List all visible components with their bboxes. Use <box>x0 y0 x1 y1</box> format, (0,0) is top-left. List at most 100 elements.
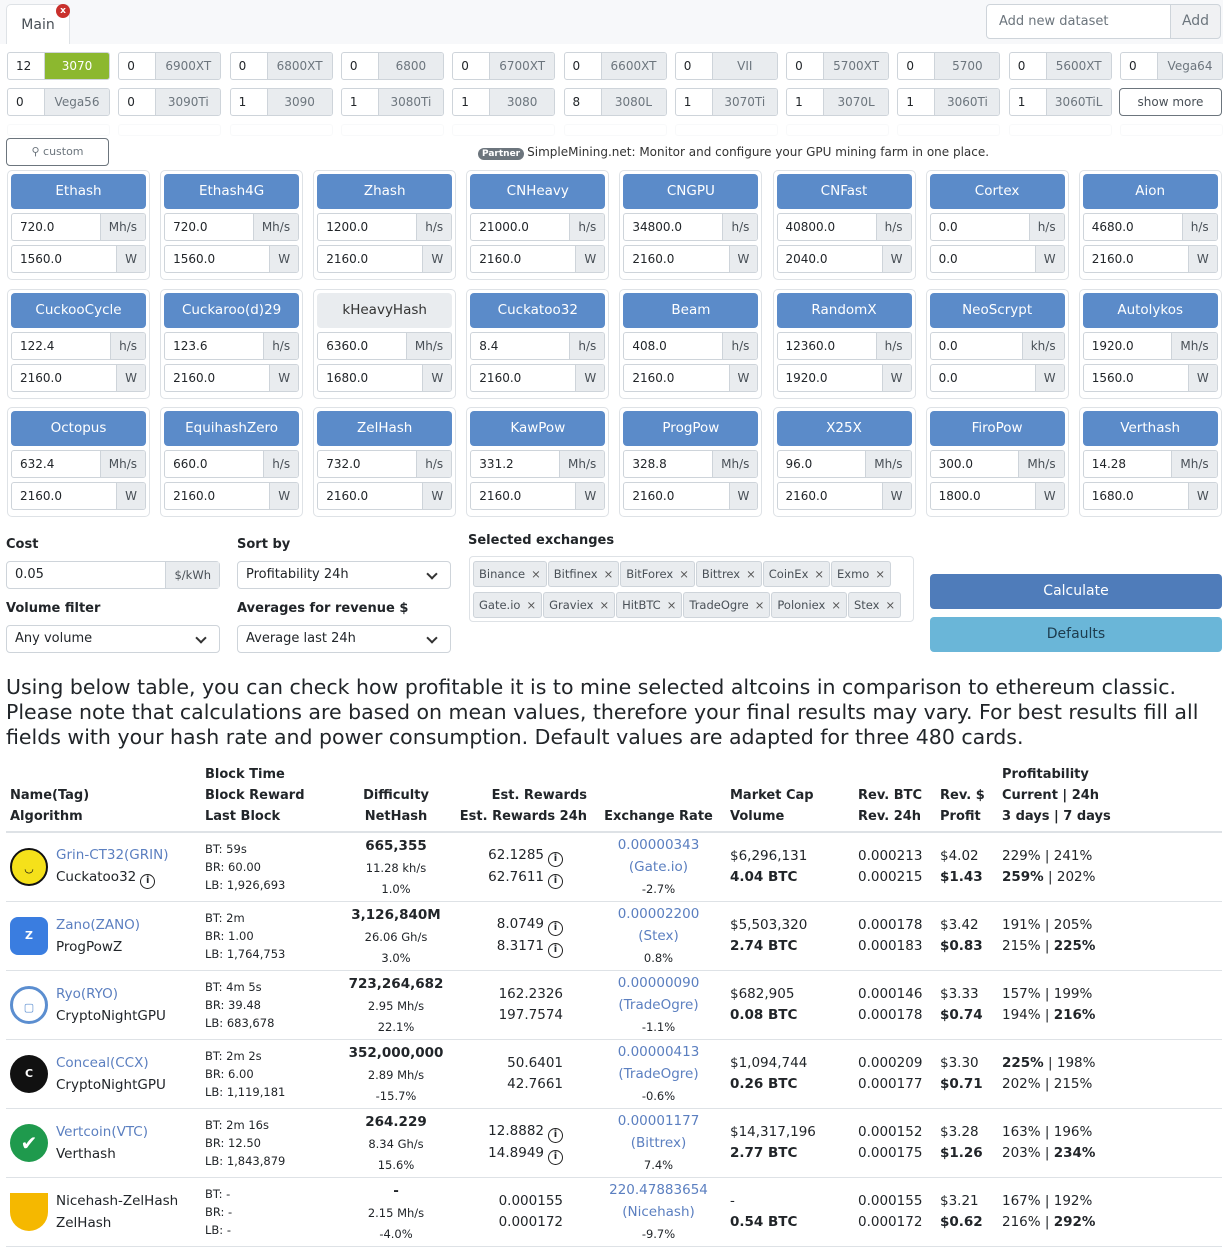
exchange-rate-link[interactable]: 220.47883654 <box>609 1182 708 1198</box>
info-icon[interactable]: i <box>548 920 563 936</box>
power-input[interactable]: 2160.0 W <box>317 245 453 273</box>
gpu-toggle[interactable]: 3070 <box>45 53 109 79</box>
algo-toggle[interactable]: FiroPow <box>929 411 1065 447</box>
volume-filter-select[interactable]: Any volume <box>6 625 220 653</box>
hashrate-value[interactable]: 21000.0 <box>471 214 569 240</box>
gpu-toggle[interactable]: 6800XT <box>267 53 332 79</box>
gpu-count-input[interactable]: 1 <box>342 89 379 115</box>
hashrate-value[interactable]: 408.0 <box>624 333 722 359</box>
power-input[interactable]: 2160.0 W <box>470 363 606 392</box>
power-input[interactable]: 1680.0 W <box>1082 482 1218 511</box>
coin-name-link[interactable]: Zano(ZANO) <box>56 917 140 933</box>
algo-toggle[interactable]: CNGPU <box>623 174 759 209</box>
hashrate-input[interactable]: 732.0 h/s <box>317 450 453 479</box>
power-value[interactable]: 1680.0 <box>318 365 422 391</box>
gpu-count-input[interactable]: 8 <box>565 89 602 115</box>
gpu-3080L[interactable]: 8 3080L <box>563 88 667 116</box>
power-value[interactable]: 2160.0 <box>12 483 116 509</box>
power-value[interactable]: 1800.0 <box>931 483 1035 509</box>
hashrate-input[interactable]: 40800.0 h/s <box>776 213 912 241</box>
hashrate-input[interactable]: 720.0 Mh/s <box>11 213 146 241</box>
hashrate-value[interactable]: 0.0 <box>931 333 1022 359</box>
gpu-toggle[interactable]: 3080Ti <box>378 89 443 115</box>
gpu-toggle[interactable]: 3060Ti <box>935 89 1000 115</box>
algo-toggle[interactable]: ZelHash <box>317 411 453 447</box>
power-input[interactable]: 1560.0 W <box>164 245 300 273</box>
power-input[interactable]: 0.0 W <box>929 245 1065 273</box>
algo-toggle[interactable]: Autolykos <box>1082 292 1218 328</box>
averages-select[interactable]: Average last 24h <box>237 625 451 653</box>
gpu-toggle[interactable]: 5700 <box>935 53 1000 79</box>
info-icon[interactable]: i <box>140 874 156 890</box>
hashrate-value[interactable]: 632.4 <box>12 451 100 477</box>
info-icon[interactable]: i <box>548 851 563 867</box>
remove-exchange-icon[interactable]: × <box>875 567 885 581</box>
hashrate-value[interactable]: 14.28 <box>1084 451 1172 477</box>
exchanges-multiselect[interactable]: Binance × Bitfinex × BitForex × Bittrex × CoinEx… <box>469 556 914 622</box>
gpu-count-input[interactable]: 0 <box>565 53 602 79</box>
cost-value[interactable]: 0.05 <box>7 562 165 588</box>
exchange-rate-link[interactable]: 0.00000413 <box>618 1044 700 1060</box>
gpu-5700[interactable]: 0 5700 <box>897 52 1001 80</box>
hashrate-value[interactable]: 720.0 <box>165 214 253 240</box>
hashrate-value[interactable]: 12360.0 <box>778 333 876 359</box>
algo-toggle[interactable]: X25X <box>776 411 912 447</box>
gpu-6800XT[interactable]: 0 6800XT <box>229 52 333 80</box>
power-value[interactable]: 2160.0 <box>471 483 575 509</box>
power-input[interactable]: 2160.0 W <box>317 482 453 511</box>
remove-exchange-icon[interactable]: × <box>831 598 841 612</box>
power-value[interactable]: 2160.0 <box>1084 246 1188 272</box>
algo-toggle[interactable]: EquihashZero <box>164 411 300 447</box>
gpu-count-input[interactable]: 1 <box>1010 89 1047 115</box>
exchange-name-link[interactable]: (Gate.io) <box>629 859 688 875</box>
gpu-count-input[interactable]: 0 <box>342 53 379 79</box>
algo-toggle[interactable]: CNHeavy <box>470 174 606 209</box>
remove-exchange-icon[interactable]: × <box>755 598 765 612</box>
power-value[interactable]: 2160.0 <box>165 483 269 509</box>
hashrate-value[interactable]: 34800.0 <box>624 214 722 240</box>
gpu-count-input[interactable]: 0 <box>119 89 157 115</box>
exchange-name-link[interactable]: (Bittrex) <box>631 1135 686 1151</box>
hashrate-value[interactable]: 720.0 <box>12 214 100 240</box>
column-header-block[interactable]: Block Time Block Reward Last Block <box>201 762 341 833</box>
gpu-toggle[interactable]: 6600XT <box>601 53 666 79</box>
power-input[interactable]: 2160.0 W <box>623 245 759 273</box>
algo-toggle[interactable]: Zhash <box>317 174 453 209</box>
remove-exchange-icon[interactable]: × <box>679 567 689 581</box>
close-tab-icon[interactable]: x <box>56 4 70 18</box>
hashrate-value[interactable]: 122.4 <box>12 333 110 359</box>
info-icon[interactable]: i <box>548 942 563 958</box>
exchange-name-link[interactable]: (TradeOgre) <box>618 997 698 1013</box>
algo-toggle[interactable]: Cortex <box>929 174 1065 209</box>
info-icon[interactable]: i <box>548 873 563 889</box>
power-input[interactable]: 2160.0 W <box>470 245 606 273</box>
add-dataset-button[interactable]: Add <box>1170 4 1221 39</box>
power-value[interactable]: 2160.0 <box>471 365 575 391</box>
column-header-exchange[interactable]: Exchange Rate <box>591 762 726 833</box>
coin-name-link[interactable]: Vertcoin(VTC) <box>56 1124 148 1140</box>
remove-exchange-icon[interactable]: × <box>604 567 614 581</box>
column-header-profit[interactable]: Profitability Current | 24h 3 days | 7 day… <box>998 762 1222 833</box>
power-input[interactable]: 1560.0 W <box>11 245 146 273</box>
power-value[interactable]: 2160.0 <box>624 365 728 391</box>
power-value[interactable]: 2160.0 <box>624 483 728 509</box>
new-dataset-input[interactable]: Add new dataset <box>986 4 1171 39</box>
calculate-button[interactable]: Calculate <box>930 574 1222 609</box>
remove-exchange-icon[interactable]: × <box>667 598 677 612</box>
hashrate-input[interactable]: 0.0 h/s <box>929 213 1065 241</box>
gpu-toggle[interactable]: 3090Ti <box>156 89 221 115</box>
exchange-rate-link[interactable]: 0.00002200 <box>618 906 700 922</box>
gpu-toggle[interactable]: 5600XT <box>1046 53 1111 79</box>
hashrate-input[interactable]: 21000.0 h/s <box>470 213 606 241</box>
exchange-name-link[interactable]: (TradeOgre) <box>618 1066 698 1082</box>
hashrate-input[interactable]: 96.0 Mh/s <box>776 450 912 479</box>
gpu-VII[interactable]: 0 VII <box>674 52 778 80</box>
algo-toggle[interactable]: Aion <box>1082 174 1218 209</box>
gpu-count-input[interactable]: 1 <box>898 89 936 115</box>
coin-name-link[interactable]: Grin-CT32(GRIN) <box>56 847 169 863</box>
exchange-rate-link[interactable]: 0.00001177 <box>618 1113 700 1129</box>
power-input[interactable]: 1800.0 W <box>929 482 1065 511</box>
algo-toggle[interactable]: Ethash <box>11 174 146 209</box>
gpu-count-input[interactable]: 0 <box>1121 53 1158 79</box>
hashrate-input[interactable]: 1920.0 Mh/s <box>1082 331 1218 360</box>
